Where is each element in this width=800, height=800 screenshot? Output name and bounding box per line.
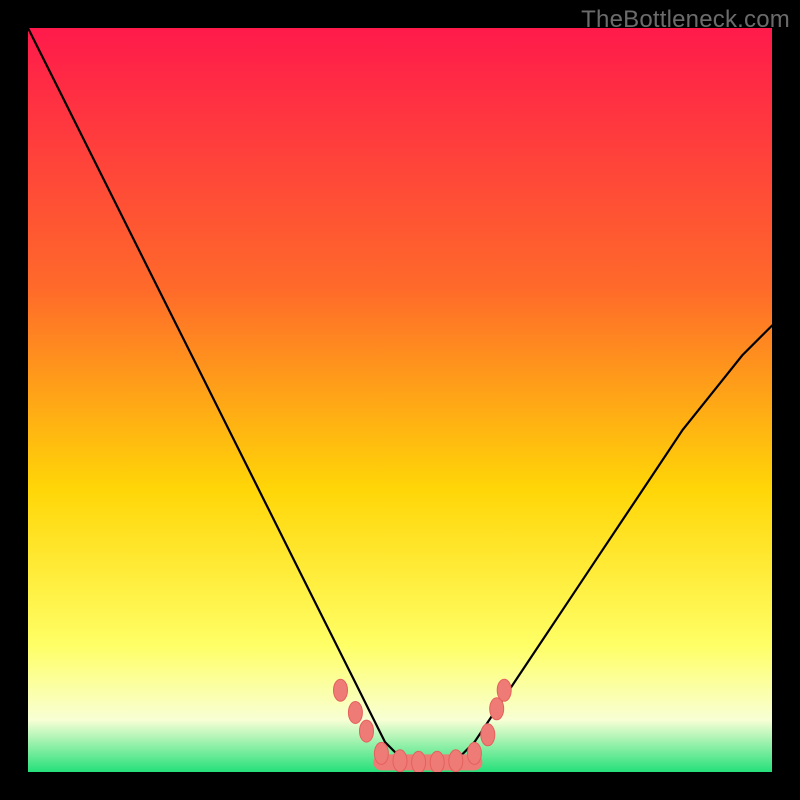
- curve-marker: [481, 724, 495, 746]
- curve-marker: [393, 750, 407, 772]
- curve-marker: [430, 751, 444, 772]
- curve-marker: [360, 720, 374, 742]
- curve-marker: [490, 698, 504, 720]
- curve-marker: [467, 742, 481, 764]
- watermark-text: TheBottleneck.com: [581, 6, 790, 34]
- chart-svg: [28, 28, 772, 772]
- curve-marker: [497, 679, 511, 701]
- curve-marker: [348, 702, 362, 724]
- curve-marker: [412, 751, 426, 772]
- gradient-bg: [28, 28, 772, 772]
- chart-frame: TheBottleneck.com: [0, 0, 800, 800]
- curve-marker: [374, 742, 388, 764]
- curve-marker: [334, 679, 348, 701]
- curve-marker: [449, 750, 463, 772]
- plot-area: [28, 28, 772, 772]
